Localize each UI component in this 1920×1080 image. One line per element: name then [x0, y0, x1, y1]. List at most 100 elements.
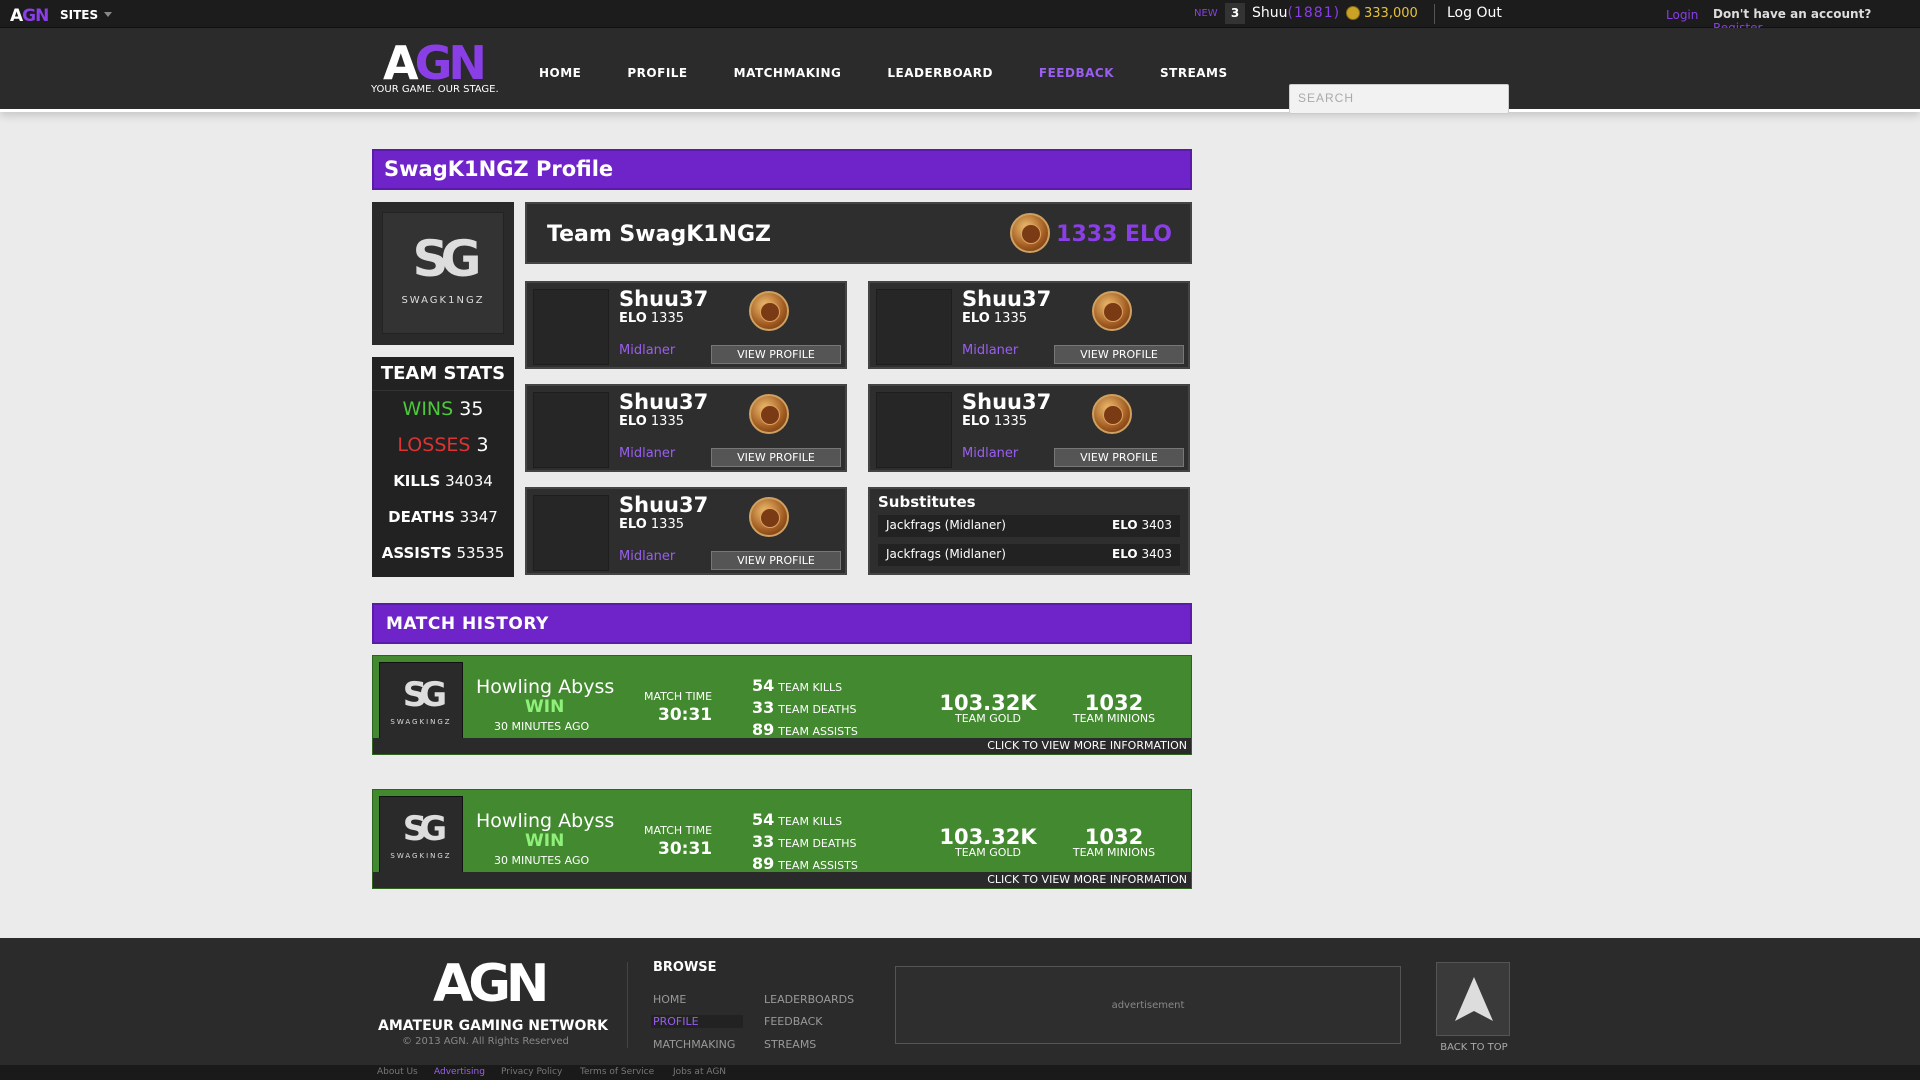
- footer-link-streams[interactable]: STREAMS: [764, 1038, 816, 1051]
- search-input[interactable]: SEARCH: [1289, 84, 1509, 114]
- match-more-info-link[interactable]: CLICK TO VIEW MORE INFORMATION: [373, 872, 1191, 888]
- deaths-label: DEATHS: [388, 508, 455, 526]
- footer-browse-title: BROWSE: [653, 960, 717, 975]
- match-more-info-link[interactable]: CLICK TO VIEW MORE INFORMATION: [373, 738, 1191, 754]
- back-to-top-label[interactable]: BACK TO TOP: [1436, 1042, 1512, 1053]
- advertisement-slot[interactable]: advertisement: [895, 966, 1401, 1044]
- assists-label: TEAM ASSISTS: [778, 725, 858, 738]
- footer-jobs-link[interactable]: Jobs at AGN: [673, 1067, 726, 1077]
- player-avatar[interactable]: [533, 495, 609, 571]
- substitute-row[interactable]: Jackfrags (Midlaner) ELO 3403: [878, 544, 1180, 566]
- stat-deaths: DEATHS 3347: [372, 499, 514, 535]
- login-link[interactable]: Login: [1666, 8, 1698, 22]
- rank-badge-icon: [749, 497, 789, 537]
- nav-streams[interactable]: STREAMS: [1160, 66, 1228, 80]
- elo-value: 1335: [650, 311, 684, 326]
- match-logo-sub: SWAGKINGZ: [390, 718, 452, 726]
- footer-link-matchmaking[interactable]: MATCHMAKING: [653, 1038, 735, 1051]
- player-name[interactable]: Shuu37: [619, 390, 708, 414]
- player-card: Shuu37 ELO 1335 Midlaner VIEW PROFILE: [868, 384, 1190, 472]
- match-logo-text: SG: [402, 675, 447, 715]
- player-name[interactable]: Shuu37: [962, 390, 1051, 414]
- footer-advertising-link[interactable]: Advertising: [434, 1067, 485, 1077]
- nav-profile[interactable]: PROFILE: [627, 66, 687, 80]
- sub-footer: About Us Advertising Privacy Policy Term…: [0, 1065, 1920, 1080]
- view-profile-button[interactable]: VIEW PROFILE: [711, 448, 841, 467]
- footer-divider: [627, 962, 628, 1048]
- coin-balance: 333,000: [1364, 6, 1418, 21]
- match-card[interactable]: SG SWAGKINGZ Howling Abyss WIN 30 MINUTE…: [372, 789, 1192, 889]
- footer-privacy-link[interactable]: Privacy Policy: [501, 1067, 562, 1077]
- player-card: Shuu37 ELO 1335 Midlaner VIEW PROFILE: [525, 487, 847, 575]
- kills-label: KILLS: [393, 472, 441, 490]
- match-logo-text: SG: [402, 809, 447, 849]
- footer-link-leaderboards[interactable]: LEADERBOARDS: [764, 993, 854, 1006]
- user-name[interactable]: Shuu(1881): [1252, 5, 1340, 21]
- footer-copyright: © 2013 AGN. All Rights Reserved: [402, 1036, 569, 1047]
- footer-link-feedback[interactable]: FEEDBACK: [764, 1015, 822, 1028]
- team-deaths: 33 TEAM DEATHS: [752, 698, 857, 717]
- player-name[interactable]: Shuu37: [962, 287, 1051, 311]
- player-role: Midlaner: [619, 549, 676, 564]
- footer-logo[interactable]: AGN: [433, 958, 549, 1010]
- substitute-name: Jackfrags (Midlaner): [886, 518, 1006, 532]
- view-profile-button[interactable]: VIEW PROFILE: [711, 345, 841, 364]
- main-nav: HOME PROFILE MATCHMAKING LEADERBOARD FEE…: [539, 66, 1274, 80]
- agn-logo[interactable]: AGN: [383, 40, 487, 86]
- elo-label: ELO: [962, 414, 990, 429]
- player-avatar[interactable]: [876, 392, 952, 468]
- rank-badge-icon: [1092, 291, 1132, 331]
- team-stats-panel: TEAM STATS WINS 35 LOSSES 3 KILLS 34034 …: [372, 357, 514, 577]
- footer-link-home[interactable]: HOME: [653, 993, 686, 1006]
- view-profile-button[interactable]: VIEW PROFILE: [1054, 448, 1184, 467]
- kills-value: 54: [752, 810, 775, 829]
- player-avatar[interactable]: [533, 289, 609, 365]
- footer-terms-link[interactable]: Terms of Service: [580, 1067, 654, 1077]
- match-card[interactable]: SG SWAGKINGZ Howling Abyss WIN 30 MINUTE…: [372, 655, 1192, 755]
- nav-leaderboard[interactable]: LEADERBOARD: [887, 66, 993, 80]
- substitute-row[interactable]: Jackfrags (Midlaner) ELO 3403: [878, 515, 1180, 537]
- player-name[interactable]: Shuu37: [619, 287, 708, 311]
- deaths-value: 33: [752, 698, 775, 717]
- sites-menu[interactable]: SITES: [60, 8, 98, 22]
- player-name[interactable]: Shuu37: [619, 493, 708, 517]
- team-name: Team SwagK1NGZ: [547, 222, 771, 247]
- team-stats-title: TEAM STATS: [372, 357, 514, 391]
- nav-home[interactable]: HOME: [539, 66, 581, 80]
- sites-brand[interactable]: AGN: [10, 6, 49, 26]
- no-account-text: Don't have an account?: [1713, 7, 1872, 21]
- view-profile-button[interactable]: VIEW PROFILE: [1054, 345, 1184, 364]
- player-avatar[interactable]: [876, 289, 952, 365]
- elo-value: 1335: [993, 414, 1027, 429]
- footer-link-profile[interactable]: PROFILE: [651, 1015, 743, 1028]
- player-role: Midlaner: [619, 343, 676, 358]
- deaths-value: 3347: [459, 508, 498, 526]
- assists-label: ASSISTS: [381, 544, 452, 562]
- substitute-name: Jackfrags (Midlaner): [886, 547, 1006, 561]
- caret-down-icon[interactable]: [104, 12, 112, 17]
- nav-matchmaking[interactable]: MATCHMAKING: [734, 66, 842, 80]
- footer: AGN AMATEUR GAMING NETWORK © 2013 AGN. A…: [0, 938, 1920, 1065]
- nav-feedback[interactable]: FEEDBACK: [1039, 66, 1114, 80]
- notification-count[interactable]: 3: [1225, 3, 1245, 24]
- substitute-elo: ELO 3403: [1112, 518, 1172, 532]
- brand-a: A: [10, 6, 23, 26]
- team-header: Team SwagK1NGZ 1333 ELO: [525, 202, 1192, 264]
- match-time: 30:31: [658, 705, 713, 725]
- rank-badge-icon: [749, 291, 789, 331]
- player-card: Shuu37 ELO 1335 Midlaner VIEW PROFILE: [525, 384, 847, 472]
- back-to-top-button[interactable]: [1436, 962, 1510, 1036]
- match-time: 30:31: [658, 839, 713, 859]
- losses-label: LOSSES: [397, 434, 471, 456]
- match-result: WIN: [525, 831, 565, 851]
- view-profile-button[interactable]: VIEW PROFILE: [711, 551, 841, 570]
- footer-about-link[interactable]: About Us: [377, 1067, 418, 1077]
- player-elo: ELO 1335: [619, 414, 684, 429]
- assists-label: TEAM ASSISTS: [778, 859, 858, 872]
- player-role: Midlaner: [619, 446, 676, 461]
- stat-assists: ASSISTS 53535: [372, 535, 514, 571]
- team-kills: 54 TEAM KILLS: [752, 676, 842, 695]
- team-elo: 1333 ELO: [1056, 222, 1172, 247]
- player-avatar[interactable]: [533, 392, 609, 468]
- logout-link[interactable]: Log Out: [1447, 5, 1502, 21]
